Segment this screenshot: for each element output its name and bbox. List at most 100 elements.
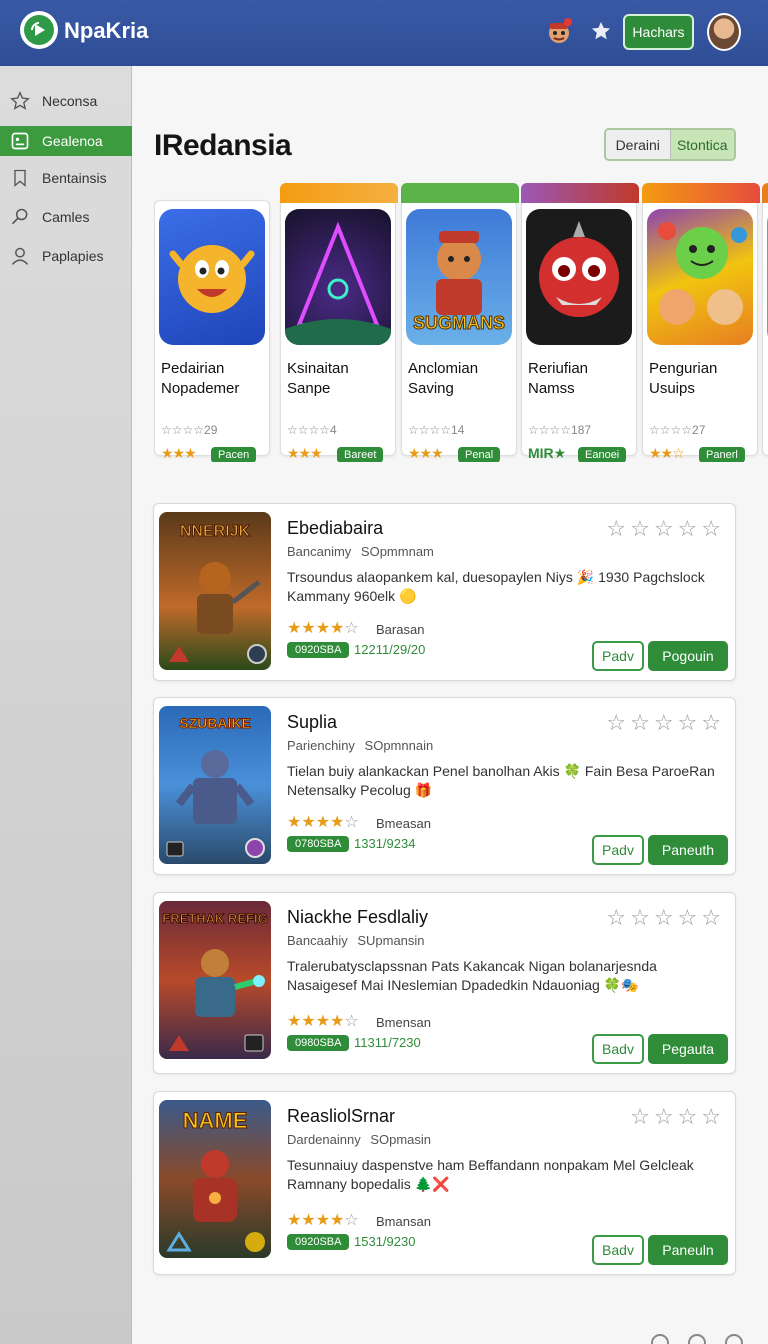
game-code-badge: 0920SBA (287, 1234, 350, 1250)
rating-label: Bmansan (376, 1214, 431, 1229)
game-code-badge: 0780SBA (287, 836, 350, 852)
game-cover-image: NNERIJK (159, 512, 271, 670)
rating-stars: ★★★★☆ (287, 1013, 359, 1030)
card-badge[interactable]: Eanoei (578, 447, 627, 462)
card-title: Reriufian Namss (528, 360, 589, 397)
featured-carousel: Pedairian Nopademer ☆☆☆☆29 ★★★ Pacen Ksi… (154, 182, 768, 462)
featured-card[interactable]: Ksinaitan Sanpe ☆☆☆☆4 ★★★ Bareet (280, 183, 398, 462)
sidebar-item-neconsa[interactable]: Neconsa (0, 86, 132, 116)
primary-button[interactable]: Pogouin (648, 641, 728, 671)
card-rating-count: ☆☆☆☆187 (528, 423, 592, 437)
game-title[interactable]: ReasliolSrnar (287, 1106, 395, 1127)
game-date: 12211/29/20 (354, 642, 426, 657)
rating-label: Bmensan (376, 1015, 431, 1030)
card-title: Ksinaitan Sanpe (287, 360, 349, 397)
featured-card[interactable]: Reriufian Namss ☆☆☆☆187 MIR★ Eanoei (521, 183, 639, 462)
card-stars: MIR★ (528, 445, 567, 461)
sidebar-item-paplapies[interactable]: Paplapies (0, 241, 132, 271)
favorites-star-icon[interactable] (586, 16, 616, 46)
rate-stars-control[interactable]: ☆☆☆☆☆ (606, 516, 725, 542)
game-title[interactable]: Suplia (287, 712, 337, 733)
card-badge[interactable]: Bareet (337, 447, 384, 462)
game-code-badge: 0920SBA (287, 642, 350, 658)
secondary-button[interactable]: Badv (592, 1034, 644, 1064)
view-segmented-control: Deraini Stontica (604, 128, 736, 161)
game-list-item[interactable]: NAME ReasliolSrnar Dardenainny SOpmasin … (153, 1091, 736, 1275)
game-thumbnail (285, 209, 391, 345)
card-badge[interactable]: Pacen (211, 447, 257, 462)
rate-stars-control[interactable]: ☆☆☆☆☆ (606, 710, 725, 736)
game-list-item[interactable]: SZUBAIKE Suplia Parienchiny SOpmnnain Ti… (153, 697, 736, 875)
game-meta: Bancaahiy SUpmansin (287, 933, 425, 948)
sidebar-item-gealenoa[interactable]: Gealenoa (0, 126, 132, 156)
rate-stars-control[interactable]: ☆☆☆☆☆ (606, 905, 725, 931)
card-rating-count: ☆☆☆☆27 (649, 423, 706, 437)
game-description: Trsoundus alaopankem kal, duesopaylen Ni… (287, 569, 705, 604)
rate-stars-control[interactable]: ☆☆☆☆ (630, 1104, 725, 1130)
game-thumbnail: SUGMANS (406, 209, 512, 345)
game-date: 1331/9234 (354, 836, 416, 851)
rating-stars: ★★★★☆ (287, 1212, 359, 1229)
featured-card[interactable] (762, 183, 768, 456)
card-stars: ★★★ (408, 445, 444, 461)
avatar[interactable] (707, 13, 741, 51)
featured-card[interactable]: Pedairian Nopademer ☆☆☆☆29 ★★★ Pacen (154, 200, 270, 462)
game-title[interactable]: Ebediabaira (287, 518, 383, 539)
game-thumbnail (159, 209, 265, 345)
game-art-text: SUGMANS (413, 313, 505, 333)
card-stars: ★★★ (161, 445, 197, 461)
page-title: IRedansia (154, 129, 292, 162)
sidebar-item-label: Camles (42, 209, 90, 225)
notification-mascot-icon[interactable] (544, 16, 574, 46)
secondary-button[interactable]: Badv (592, 1235, 644, 1265)
sidebar-item-label: Neconsa (42, 93, 98, 109)
card-badge[interactable]: Penal (458, 447, 501, 462)
logo-icon[interactable] (20, 11, 58, 49)
card-rating-count: ☆☆☆☆4 (287, 423, 337, 437)
sidebar: Neconsa Gealenoa Bentainsis Camles Papla… (0, 66, 132, 1344)
game-cover-image: SZUBAIKE (159, 706, 271, 864)
game-description: Tesunnaiuy daspenstve ham Beffandann non… (287, 1157, 694, 1192)
game-art-text: NAME (183, 1108, 248, 1133)
card-rating-count: ☆☆☆☆14 (408, 423, 465, 437)
game-thumbnail (647, 209, 753, 345)
game-art-text: NNERIJK (180, 523, 251, 540)
card-title: Pengurian Usuips (649, 360, 718, 397)
game-description: Tralerubatysclapssnan Pats Kakancak Niga… (287, 958, 657, 993)
featured-card[interactable]: Pengurian Usuips ☆☆☆☆27 ★★☆ Panerl (642, 183, 760, 462)
game-thumbnail (526, 209, 632, 345)
secondary-button[interactable]: Padv (592, 835, 644, 865)
star-icon (10, 91, 30, 110)
sidebar-item-camles[interactable]: Camles (0, 202, 132, 232)
brand-name[interactable]: NpaKria (64, 18, 148, 44)
rating-stars: ★★★★☆ (287, 814, 359, 831)
primary-button[interactable]: Pegauta (648, 1034, 728, 1064)
featured-card[interactable]: SUGMANS Anclomian Saving ☆☆☆☆14 ★★★ Pena… (401, 183, 519, 462)
game-description: Tielan buiy alankackan Penel banolhan Ak… (287, 763, 715, 798)
game-art-text: FRETHAK REFIG (162, 911, 267, 926)
primary-button[interactable]: Paneuth (648, 835, 728, 865)
card-stars: ★★☆ (649, 445, 685, 461)
rating-label: Bmeasan (376, 816, 431, 831)
segment-deraini[interactable]: Deraini (606, 130, 671, 159)
sidebar-item-label: Bentainsis (42, 170, 107, 186)
rating-stars: ★★★★☆ (287, 620, 359, 637)
sidebar-item-label: Gealenoa (42, 133, 103, 149)
card-badge[interactable]: Panerl (699, 447, 745, 462)
game-meta: Parienchiny SOpmnnain (287, 738, 434, 753)
game-title[interactable]: Niackhe Fesdlaliy (287, 907, 428, 928)
top-bar: NpaKria Hachars (0, 0, 768, 66)
game-list-item[interactable]: NNERIJK Ebediabaira Bancanimy SOpmmnam T… (153, 503, 736, 681)
gamepad-icon (11, 132, 29, 150)
sidebar-item-bentainsis[interactable]: Bentainsis (0, 163, 132, 193)
search-icon (11, 208, 28, 225)
secondary-button[interactable]: Padv (592, 641, 644, 671)
game-cover-image: NAME (159, 1100, 271, 1258)
header-action-button[interactable]: Hachars (623, 14, 694, 50)
primary-button[interactable]: Paneuln (648, 1235, 728, 1265)
game-cover-image: FRETHAK REFIG (159, 901, 271, 1059)
user-icon (11, 247, 29, 265)
game-list-item[interactable]: FRETHAK REFIG Niackhe Fesdlaliy Bancaahi… (153, 892, 736, 1074)
segment-stontica[interactable]: Stontica (670, 130, 734, 159)
game-date: 1531/9230 (354, 1234, 416, 1249)
